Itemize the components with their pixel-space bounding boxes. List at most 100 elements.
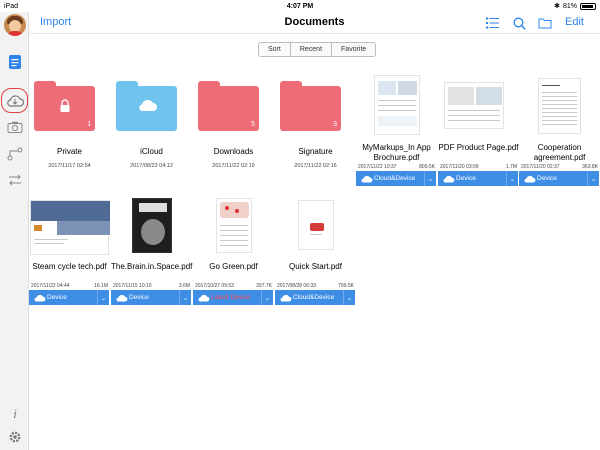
sync-status-bar[interactable]: Device ⌄	[519, 171, 599, 186]
file-name: Steam cycle tech.pdf	[32, 262, 107, 271]
edit-button[interactable]: Edit	[565, 16, 584, 28]
item-count: 1	[87, 121, 91, 128]
file-meta: 2017/11/22 04:44 16.1M	[31, 283, 108, 289]
cloud-icon	[358, 175, 374, 183]
list-view-icon[interactable]	[484, 15, 500, 31]
sidebar: i	[0, 12, 29, 450]
file-name: The.Brain.in.Space.pdf	[111, 262, 193, 271]
file-name: PDF Product Page.pdf	[438, 143, 519, 152]
file-name: Cooperation agreement.pdf	[533, 143, 586, 162]
folder-date: 2017/11/22 02:16	[294, 163, 337, 169]
nav-bar: Import Documents Edit	[29, 12, 600, 34]
battery-icon	[580, 2, 596, 10]
file-date: 2017/11/22 04:44	[31, 283, 70, 289]
folder-date: 2017/11/17 02:54	[48, 163, 91, 169]
file-date: 2017/11/20 02:37	[521, 164, 560, 170]
folder-signature[interactable]: 3 Signature 2017/11/22 02:16	[275, 70, 356, 170]
folder-name: Private	[57, 147, 82, 156]
folder-icon: 5	[198, 81, 259, 131]
file-meta: 2017/11/20 02:37 363.8K	[521, 164, 598, 170]
file-size: 3.6M	[178, 283, 190, 289]
folder-date: 2017/08/23 04:12	[130, 163, 173, 169]
chevron-down-icon[interactable]: ⌄	[424, 171, 436, 186]
sync-label: Device	[129, 294, 149, 301]
file-go-green[interactable]: Go Green.pdf 2017/10/27 09:53 397.7K Lat…	[193, 195, 274, 305]
file-date: 2017/10/27 09:53	[195, 283, 234, 289]
file-name: MyMarkups_In App Brochure.pdf	[362, 143, 431, 162]
cloud-icon	[277, 294, 293, 302]
cloud-icon	[31, 294, 47, 302]
sync-label: Cloud&Device	[374, 175, 416, 182]
file-quick-start[interactable]: Quick Start.pdf 2017/08/28 06:33 799.5K …	[275, 195, 356, 305]
cloud-icon	[116, 99, 177, 112]
sync-status-bar[interactable]: Device ⌄	[111, 290, 191, 305]
file-steam-cycle-tech[interactable]: Steam cycle tech.pdf 2017/11/22 04:44 16…	[29, 195, 110, 305]
settings-gear-icon[interactable]	[4, 427, 26, 447]
segment-recent[interactable]: Recent	[290, 43, 333, 56]
file-meta: 2017/10/27 09:53 397.7K	[195, 283, 272, 289]
file-thumbnail	[30, 200, 110, 255]
new-folder-icon[interactable]	[537, 15, 553, 31]
folder-name: iCloud	[140, 147, 163, 156]
folder-name: Signature	[298, 147, 333, 156]
file-size: 799.5K	[338, 283, 354, 289]
sync-status-bar[interactable]: Cloud&Device ⌄	[356, 171, 436, 186]
segment-sort[interactable]: Sort	[259, 43, 291, 56]
file-meta: 2017/11/22 10:37 809.5K	[358, 164, 435, 170]
folder-name: Downloads	[213, 147, 254, 156]
file-thumbnail	[444, 82, 504, 129]
search-icon[interactable]	[511, 15, 527, 31]
file-name: Go Green.pdf	[209, 262, 258, 271]
sync-status-bar[interactable]: Device ⌄	[438, 171, 518, 186]
avatar[interactable]	[4, 14, 26, 36]
sync-label: Latest Device	[211, 294, 251, 301]
lock-icon	[34, 99, 95, 113]
file-date: 2017/11/20 03:09	[440, 164, 479, 170]
file-brain-in-space[interactable]: The.Brain.in.Space.pdf 2017/11/15 10:10 …	[111, 195, 192, 305]
cloud-icon	[521, 175, 537, 183]
chevron-down-icon[interactable]: ⌄	[506, 171, 518, 186]
cloud-icon	[195, 294, 211, 302]
file-cooperation-agreement[interactable]: Cooperation agreement.pdf 2017/11/20 02:…	[519, 70, 600, 187]
file-thumbnail	[538, 78, 581, 134]
file-meta: 2017/11/15 10:10 3.6M	[113, 283, 190, 289]
sync-label: Device	[47, 294, 67, 301]
folder-date: 2017/11/22 02:19	[212, 163, 255, 169]
info-icon[interactable]: i	[4, 404, 26, 424]
file-mymarkups[interactable]: MyMarkups_In App Brochure.pdf 2017/11/22…	[356, 70, 437, 187]
sync-label: Device	[456, 175, 476, 182]
folder-icloud[interactable]: iCloud 2017/08/23 04:12	[111, 70, 192, 170]
file-size: 397.7K	[256, 283, 272, 289]
transfer-icon[interactable]	[4, 170, 26, 190]
chevron-down-icon[interactable]: ⌄	[97, 290, 109, 305]
sync-label: Device	[537, 175, 557, 182]
sync-status-bar[interactable]: Device ⌄	[29, 290, 109, 305]
status-bar: iPad 4:07 PM ✱ 81%	[0, 0, 600, 12]
documents-icon[interactable]	[4, 52, 26, 72]
folder-private[interactable]: 1 Private 2017/11/17 02:54	[29, 70, 110, 170]
file-name: Quick Start.pdf	[289, 262, 342, 271]
connection-icon[interactable]	[4, 144, 26, 164]
chevron-down-icon[interactable]: ⌄	[179, 290, 191, 305]
folder-downloads[interactable]: 5 Downloads 2017/11/22 02:19	[193, 70, 274, 170]
file-thumbnail	[374, 75, 420, 135]
segment-favorite[interactable]: Favorite	[332, 43, 376, 56]
sync-status-bar[interactable]: Latest Device ⌄	[193, 290, 273, 305]
file-size: 16.1M	[94, 283, 108, 289]
file-thumbnail	[216, 198, 252, 253]
chevron-down-icon[interactable]: ⌄	[343, 290, 355, 305]
file-date: 2017/08/28 06:33	[277, 283, 316, 289]
camera-icon[interactable]	[4, 117, 26, 137]
chevron-down-icon[interactable]: ⌄	[261, 290, 273, 305]
cloud-sync-icon[interactable]	[4, 90, 26, 110]
sync-label: Cloud&Device	[293, 294, 335, 301]
cloud-icon	[113, 294, 129, 302]
file-date: 2017/11/22 10:37	[358, 164, 397, 170]
item-count: 5	[251, 121, 255, 128]
file-thumbnail	[132, 198, 172, 253]
file-meta: 2017/11/20 03:09 1.7M	[440, 164, 517, 170]
sync-status-bar[interactable]: Cloud&Device ⌄	[275, 290, 355, 305]
chevron-down-icon[interactable]: ⌄	[587, 171, 599, 186]
file-pdf-product-page[interactable]: PDF Product Page.pdf 2017/11/20 03:09 1.…	[438, 70, 519, 187]
file-meta: 2017/08/28 06:33 799.5K	[277, 283, 354, 289]
